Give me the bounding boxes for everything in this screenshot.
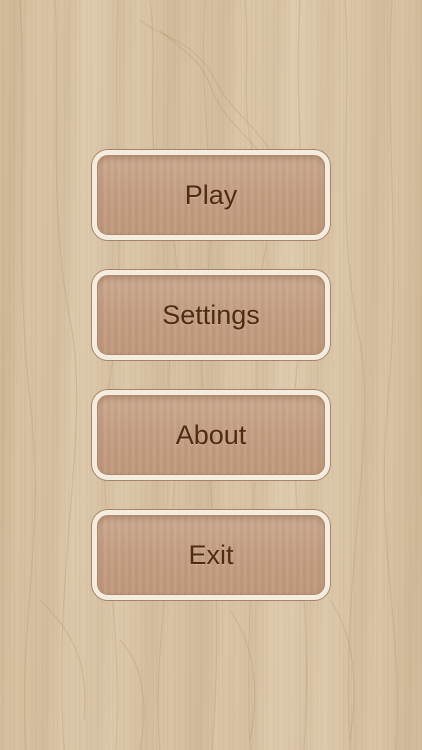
- play-button[interactable]: Play: [92, 150, 330, 240]
- play-button-label: Play: [184, 179, 238, 210]
- exit-button[interactable]: Exit: [92, 510, 330, 600]
- settings-button[interactable]: Settings: [92, 270, 330, 360]
- settings-button-label: Settings: [162, 299, 260, 330]
- about-button-label: About: [175, 419, 247, 450]
- main-menu: Play Settings About Exit: [92, 150, 330, 630]
- about-button[interactable]: About: [92, 390, 330, 480]
- exit-button-label: Exit: [188, 539, 234, 570]
